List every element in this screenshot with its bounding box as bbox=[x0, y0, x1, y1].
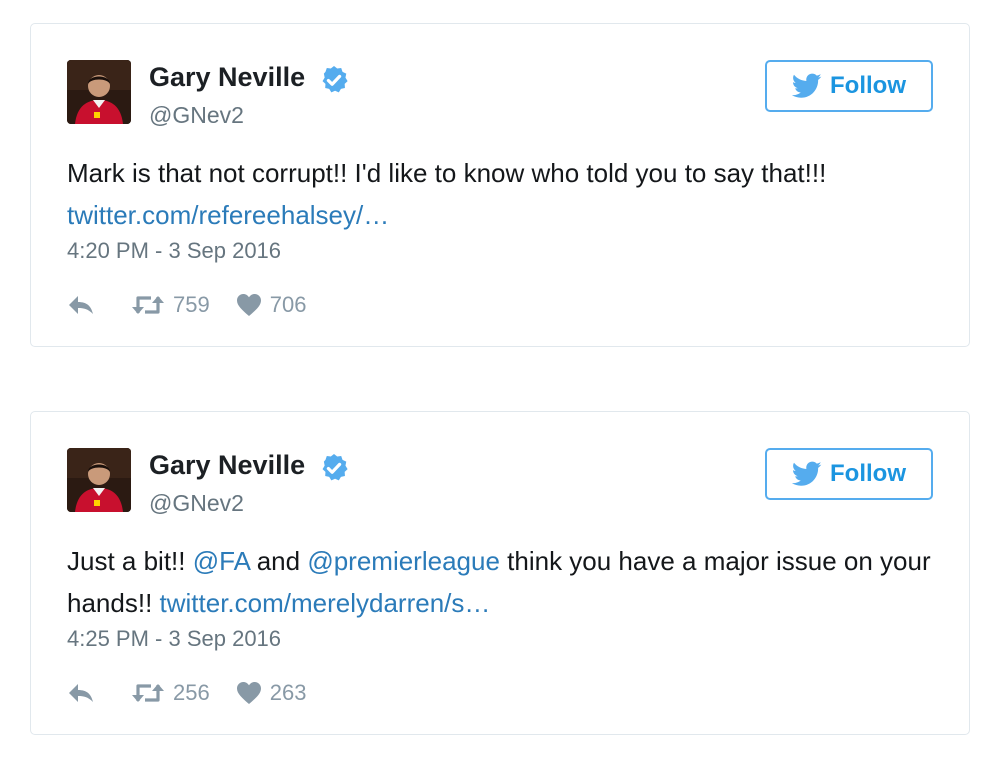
tweet-text: Just a bit!! @FA and @premierleague thin… bbox=[67, 540, 937, 624]
twitter-bird-icon bbox=[792, 73, 822, 98]
follow-label: Follow bbox=[830, 72, 906, 99]
like-button[interactable]: 263 bbox=[236, 680, 307, 706]
verified-badge-icon bbox=[322, 454, 348, 481]
reply-icon bbox=[69, 296, 93, 314]
tweet-text-segment: and bbox=[249, 546, 308, 576]
retweet-icon bbox=[132, 296, 164, 314]
reply-button[interactable] bbox=[67, 682, 95, 704]
retweet-button[interactable]: 759 bbox=[131, 292, 210, 318]
avatar[interactable] bbox=[67, 448, 131, 512]
retweet-button[interactable]: 256 bbox=[131, 680, 210, 706]
like-count: 706 bbox=[269, 292, 307, 317]
mention-link[interactable]: @premierleague bbox=[307, 546, 500, 576]
tweet-text-segment: Mark is that not corrupt!! I'd like to k… bbox=[67, 158, 827, 188]
tweet-text-segment: Just a bit!! bbox=[67, 546, 193, 576]
follow-label: Follow bbox=[830, 460, 906, 487]
verified-badge-icon bbox=[322, 66, 348, 93]
heart-icon bbox=[236, 294, 261, 316]
retweet-count: 256 bbox=[173, 680, 210, 705]
reply-button[interactable] bbox=[67, 294, 95, 316]
retweet-count: 759 bbox=[173, 292, 210, 317]
user-handle[interactable]: @GNev2 bbox=[149, 490, 244, 517]
like-button[interactable]: 706 bbox=[236, 292, 307, 318]
follow-button[interactable]: Follow bbox=[765, 448, 933, 500]
tweet-actions: 256 263 bbox=[67, 676, 332, 710]
mention-link[interactable]: @FA bbox=[193, 546, 250, 576]
tweet-actions: 759 706 bbox=[67, 288, 332, 322]
tweet-link[interactable]: twitter.com/refereehalsey/… bbox=[67, 200, 389, 230]
heart-icon bbox=[236, 682, 261, 704]
tweet-link[interactable]: twitter.com/merelydarren/s… bbox=[160, 588, 491, 618]
display-name[interactable]: Gary Neville bbox=[149, 62, 305, 93]
like-count: 263 bbox=[269, 680, 307, 705]
user-handle[interactable]: @GNev2 bbox=[149, 102, 244, 129]
avatar[interactable] bbox=[67, 60, 131, 124]
tweet-text: Mark is that not corrupt!! I'd like to k… bbox=[67, 152, 937, 236]
retweet-icon bbox=[132, 684, 164, 702]
follow-button[interactable]: Follow bbox=[765, 60, 933, 112]
twitter-bird-icon bbox=[792, 461, 822, 486]
tweet-timestamp[interactable]: 4:25 PM - 3 Sep 2016 bbox=[67, 626, 281, 652]
tweet-timestamp[interactable]: 4:20 PM - 3 Sep 2016 bbox=[67, 238, 281, 264]
reply-icon bbox=[69, 684, 93, 702]
tweet-card: Gary Neville @GNev2 Follow Mark is that … bbox=[30, 23, 970, 347]
display-name[interactable]: Gary Neville bbox=[149, 450, 305, 481]
tweet-card: Gary Neville @GNev2 Follow Just a bit!! … bbox=[30, 411, 970, 735]
